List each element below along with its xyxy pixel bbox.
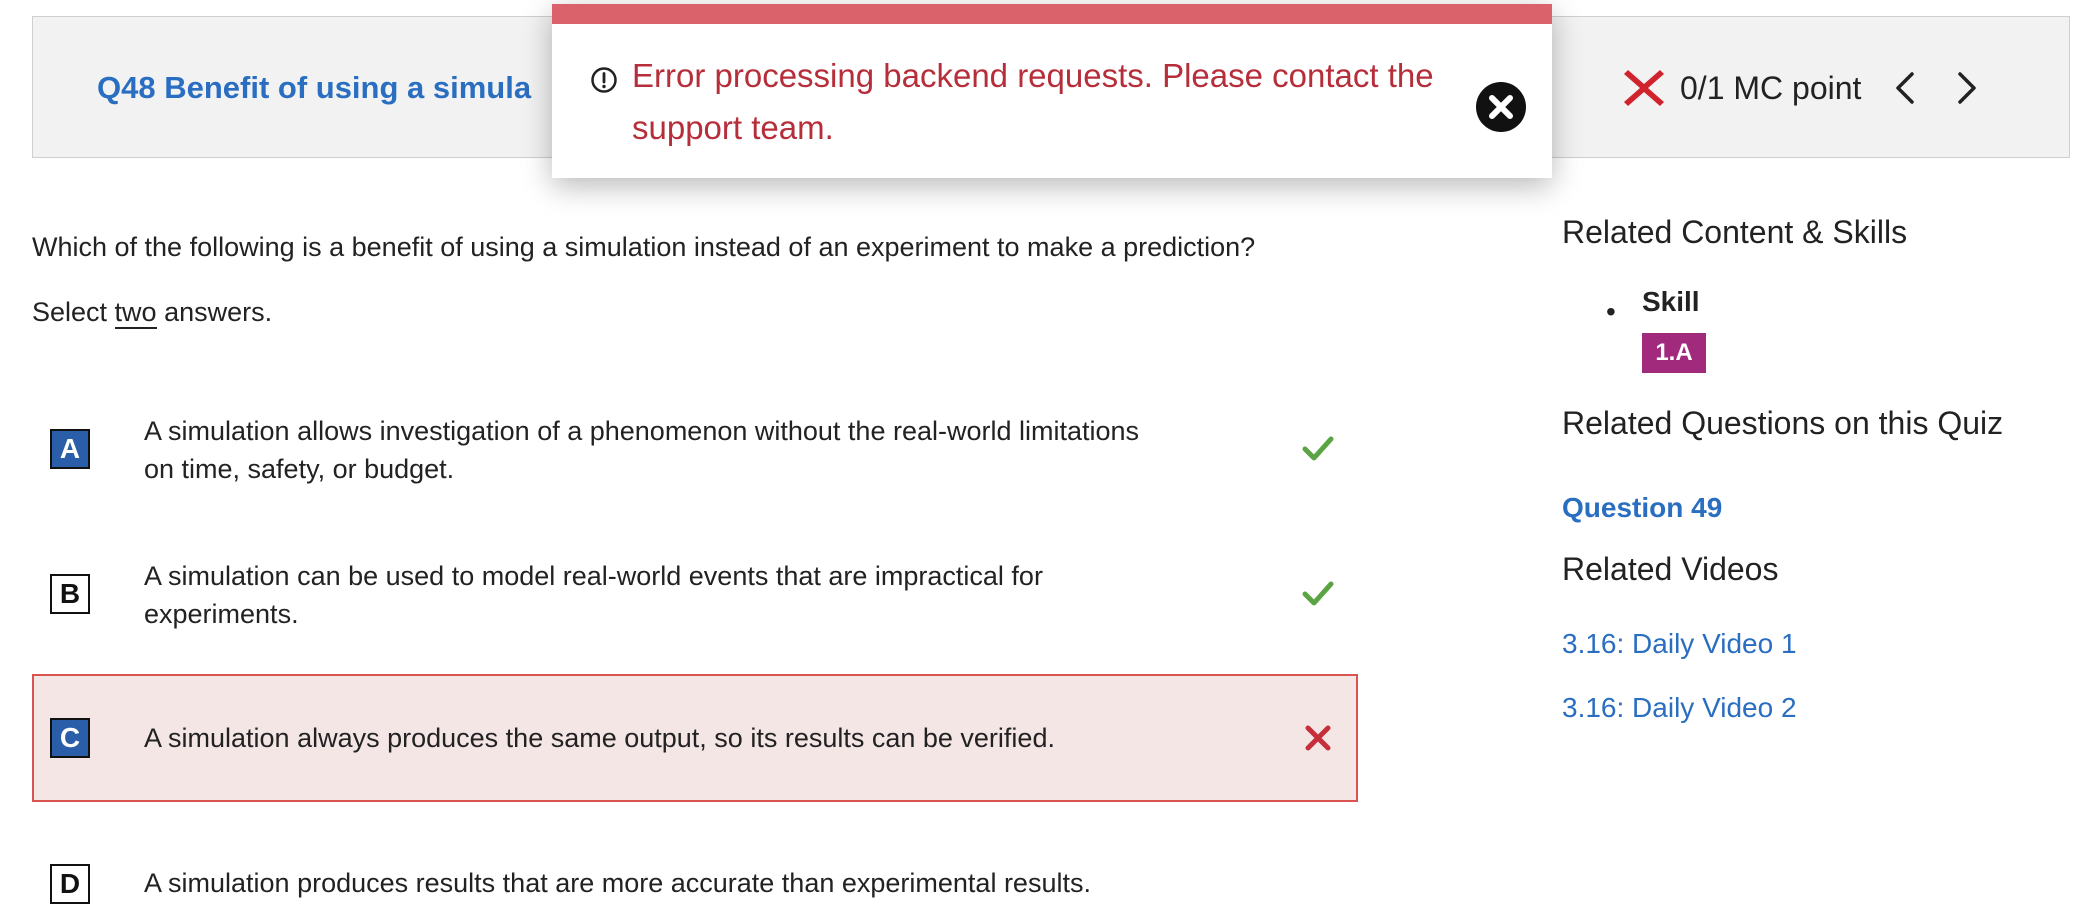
instruction-prefix: Select — [32, 297, 115, 327]
skill-badge[interactable]: 1.A — [1642, 333, 1706, 373]
close-circle-icon[interactable] — [1474, 80, 1528, 134]
answer-choice-a[interactable]: A A simulation allows investigation of a… — [32, 400, 1358, 500]
score-text: 0/1 MC point — [1680, 69, 1862, 106]
choice-letter: B — [50, 574, 90, 614]
answer-choice-b[interactable]: B A simulation can be used to model real… — [32, 545, 1358, 645]
toast-message: Error processing backend requests. Pleas… — [632, 57, 1434, 146]
incorrect-icon — [1624, 70, 1664, 106]
video-link-1[interactable]: 3.16: Daily Video 1 — [1562, 628, 1797, 660]
video-link-2[interactable]: 3.16: Daily Video 2 — [1562, 692, 1797, 724]
answer-choice-d[interactable]: D A simulation produces results that are… — [32, 858, 1358, 918]
next-question-button[interactable] — [1947, 64, 1987, 112]
skill-bullet: • — [1606, 296, 1616, 327]
question-instruction: Select two answers. — [32, 297, 273, 329]
checkmark-icon — [1302, 436, 1334, 461]
error-toast: Error processing backend requests. Pleas… — [552, 4, 1552, 178]
choice-letter: A — [50, 429, 90, 469]
related-videos-heading: Related Videos — [1562, 551, 1779, 587]
choice-letter: D — [50, 864, 90, 904]
instruction-emphasis: two — [114, 297, 157, 329]
choice-letter: C — [50, 718, 90, 758]
chevron-right-icon — [1958, 72, 1977, 104]
instruction-suffix: answers. — [156, 297, 273, 327]
toast-accent-bar — [552, 4, 1552, 24]
choice-text: A simulation produces results that are m… — [144, 868, 1091, 898]
related-content-heading: Related Content & Skills — [1562, 214, 1908, 250]
choice-text: A simulation can be used to model real-w… — [144, 561, 1043, 629]
cross-icon — [1305, 725, 1331, 751]
skill-label: Skill — [1642, 286, 1700, 317]
previous-question-button[interactable] — [1885, 64, 1925, 112]
question-title[interactable]: Q48 Benefit of using a simula — [97, 70, 531, 106]
question-prompt: Which of the following is a benefit of u… — [32, 232, 1256, 262]
checkmark-icon — [1302, 581, 1334, 606]
choice-text: A simulation always produces the same ou… — [144, 723, 1055, 753]
chevron-left-icon — [1896, 72, 1915, 104]
alert-circle-icon — [591, 67, 617, 93]
choice-text: A simulation allows investigation of a p… — [144, 416, 1140, 484]
related-questions-heading: Related Questions on this Quiz — [1562, 405, 2004, 441]
related-question-link[interactable]: Question 49 — [1562, 492, 1722, 524]
answer-choice-c[interactable]: C A simulation always produces the same … — [32, 674, 1358, 802]
score-area: 0/1 MC point — [1620, 64, 1987, 112]
